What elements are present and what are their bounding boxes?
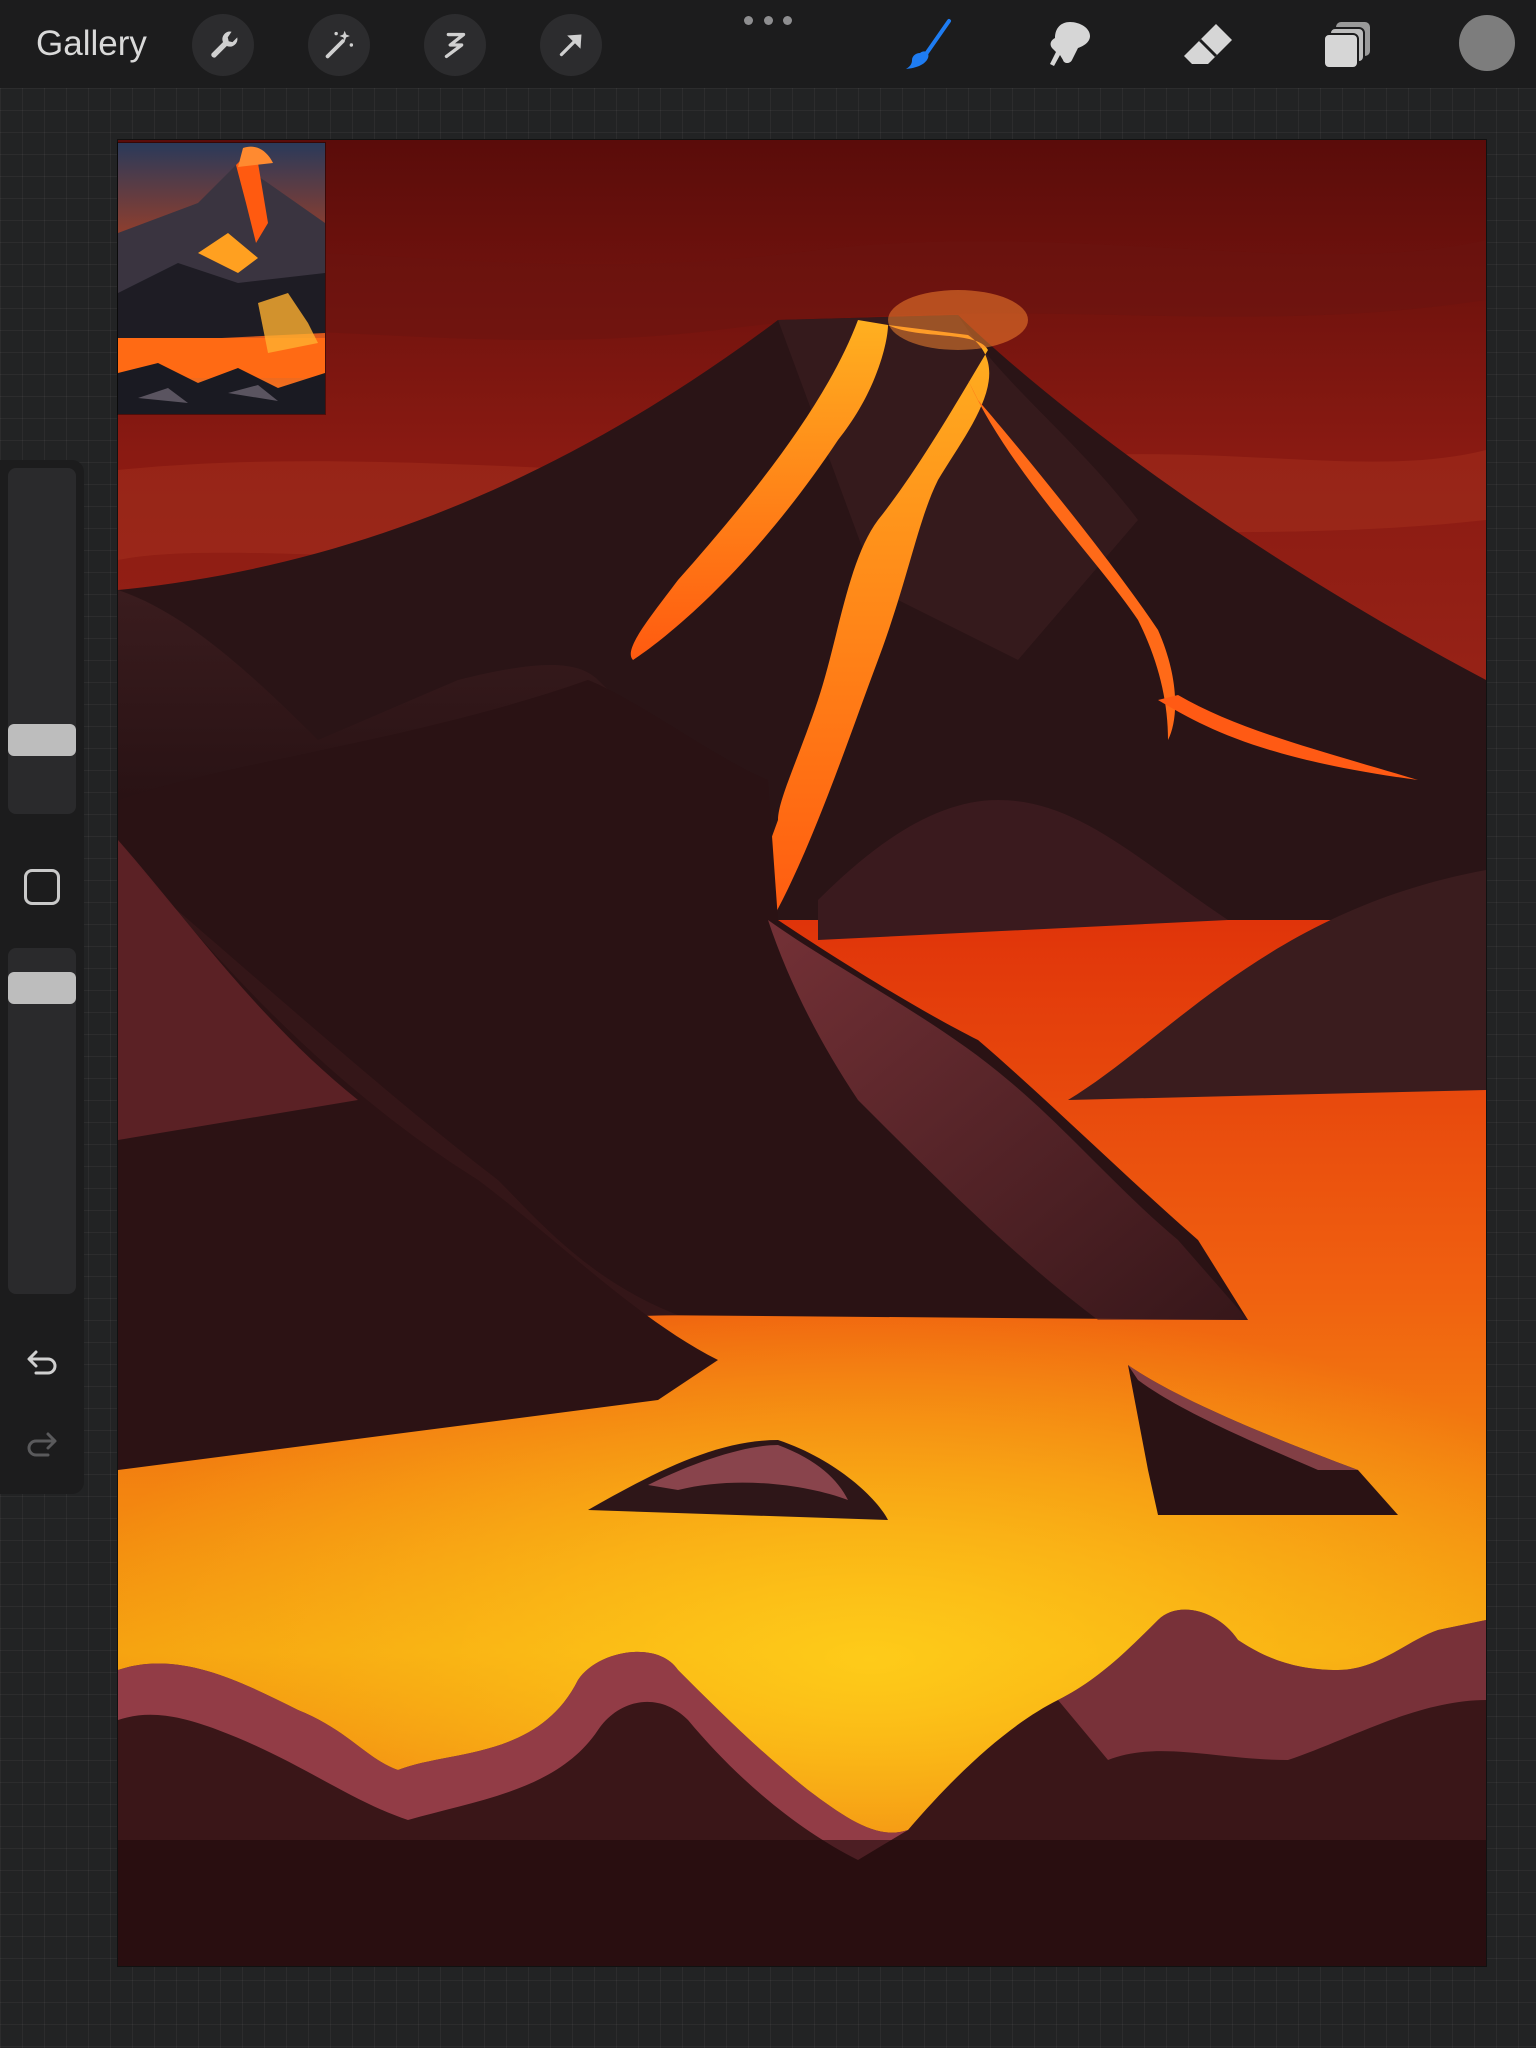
dot-icon xyxy=(763,15,773,25)
redo-icon xyxy=(27,1432,57,1457)
gallery-button[interactable]: Gallery xyxy=(36,20,147,68)
brush-tool-button[interactable] xyxy=(896,14,960,78)
magic-wand-icon xyxy=(325,30,354,59)
brush-size-slider-thumb[interactable] xyxy=(8,724,76,756)
color-picker-button[interactable] xyxy=(1459,15,1515,71)
top-toolbar: Gallery xyxy=(0,0,1536,88)
adjustments-button[interactable] xyxy=(308,14,370,76)
volcano-reference-image xyxy=(118,143,325,414)
transform-arrow-icon xyxy=(559,34,582,57)
layers-button[interactable] xyxy=(1316,14,1380,78)
redo-button[interactable] xyxy=(18,1420,66,1468)
brush-icon xyxy=(906,19,951,69)
eraser-tool-button[interactable] xyxy=(1176,14,1240,78)
brush-size-slider[interactable] xyxy=(8,468,76,814)
wrench-icon xyxy=(211,31,238,58)
dot-icon xyxy=(744,15,753,25)
dot-icon xyxy=(783,15,792,25)
layers-icon xyxy=(1323,22,1370,69)
smudge-tool-button[interactable] xyxy=(1036,14,1100,78)
smudge-icon xyxy=(1050,22,1090,66)
selection-icon xyxy=(444,32,466,59)
opacity-slider-thumb[interactable] xyxy=(8,972,76,1004)
actions-button[interactable] xyxy=(192,14,254,76)
more-options-dots[interactable] xyxy=(744,12,792,28)
eraser-icon xyxy=(1184,24,1232,64)
selection-button[interactable] xyxy=(424,14,486,76)
reference-image[interactable] xyxy=(118,143,325,414)
left-sidebar xyxy=(0,460,84,1494)
undo-icon xyxy=(27,1350,57,1375)
transform-button[interactable] xyxy=(540,14,602,76)
undo-button[interactable] xyxy=(18,1338,66,1386)
modify-button[interactable] xyxy=(24,869,60,905)
